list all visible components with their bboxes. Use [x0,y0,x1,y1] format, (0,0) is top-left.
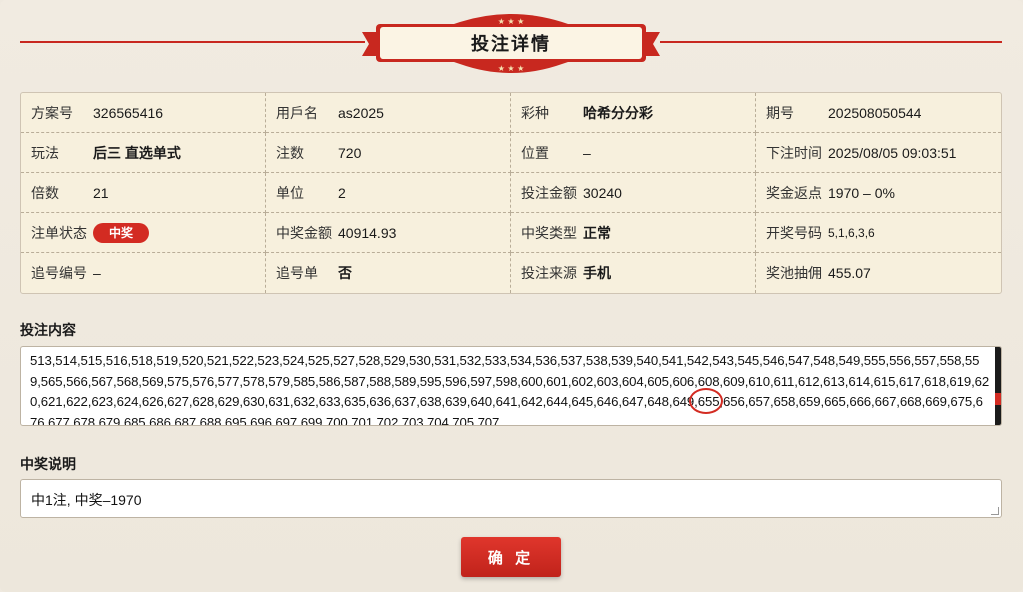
resize-grip-icon[interactable] [991,507,999,515]
info-value: 正常 [583,224,611,241]
page-title: 投注详情 [471,34,551,54]
info-value: as2025 [338,104,384,121]
info-label: 注单状态 [31,224,87,241]
info-label: 彩种 [521,104,549,121]
info-label: 倍数 [31,184,59,201]
info-value: 否 [338,265,352,281]
info-value: 30240 [583,184,622,201]
info-cell: 注数 720 [266,133,511,173]
info-cell: 玩法 后三 直选单式 [21,133,266,173]
info-label: 中奖金额 [276,224,332,241]
info-cell: 中奖金额 40914.93 [266,213,511,253]
info-label: 注数 [276,144,304,161]
info-cell: 投注金额 30240 [511,173,756,213]
info-cell: 追号编号 – [21,253,266,293]
info-value: – [93,265,101,281]
info-cell: 位置 – [511,133,756,173]
bet-info-grid: 方案号 326565416 用戶名 as2025 彩种 哈希分分彩 期号 2025080505… [20,92,1002,294]
numbers-scroll-thumb[interactable] [995,393,1001,405]
info-cell: 期号 202508050544 [756,93,1001,133]
info-label: 投注来源 [521,265,577,281]
info-cell: 倍数 21 [21,173,266,213]
status-badge: 中奖 [93,222,150,243]
info-value: 202508050544 [828,104,922,121]
info-value: 哈希分分彩 [583,104,653,121]
info-label: 投注金额 [521,184,577,201]
info-value: 2 [338,184,346,201]
bet-content-label: 投注内容 [20,322,76,338]
info-cell: 中奖类型 正常 [511,213,756,253]
info-value: 720 [338,144,362,161]
info-label: 奖金返点 [766,184,822,201]
info-value: 455.07 [828,265,871,281]
info-cell: 彩种 哈希分分彩 [511,93,756,133]
win-description-label: 中奖说明 [20,456,76,472]
bet-numbers-text: 513,514,515,516,518,519,520,521,522,523,… [30,353,990,426]
bet-numbers-textarea[interactable]: 513,514,515,516,518,519,520,521,522,523,… [20,346,1002,426]
numbers-scrollbar[interactable] [995,347,1001,425]
info-cell: 用戶名 as2025 [266,93,511,133]
info-label: 位置 [521,144,549,161]
info-value: 21 [93,184,109,201]
info-cell: 开奖号码 5,1,6,3,6 [756,213,1001,253]
info-value: – [583,144,591,161]
info-label: 下注时间 [766,144,822,161]
info-cell: 奖池抽佣 455.07 [756,253,1001,293]
header-divider-right [660,41,1002,43]
confirm-button[interactable]: 确 定 [461,537,561,577]
info-cell: 下注时间 2025/08/05 09:03:51 [756,133,1001,173]
header-divider-left [20,41,365,43]
win-description-textarea[interactable]: 中1注, 中奖–1970 [20,479,1002,518]
info-label: 用戶名 [276,104,318,121]
header-banner: ★ ★ ★ ★ ★ ★ 投注详情 [362,10,660,76]
info-cell: 奖金返点 1970 – 0% [756,173,1001,213]
info-label: 方案号 [31,104,73,121]
info-value: 5,1,6,3,6 [828,225,875,240]
info-cell: 追号单 否 [266,253,511,293]
info-label: 追号编号 [31,265,87,281]
info-value: 326565416 [93,104,164,121]
info-label: 中奖类型 [521,224,577,241]
info-label: 开奖号码 [766,224,822,241]
info-value: 40914.93 [338,224,397,241]
info-label: 期号 [766,104,794,121]
info-value: 1970 – 0% [828,184,895,201]
bet-detail-modal: ★ ★ ★ ★ ★ ★ 投注详情 方案号 326565416 用戶名 as2025 彩种… [0,0,1023,592]
info-value: 手机 [583,265,611,281]
svg-text:★ ★ ★: ★ ★ ★ [498,64,525,73]
info-cell: 注单状态 中奖 [21,213,266,253]
info-value: 2025/08/05 09:03:51 [828,144,957,161]
info-cell: 方案号 326565416 [21,93,266,133]
info-cell: 投注来源 手机 [511,253,756,293]
win-description-text: 中1注, 中奖–1970 [31,492,142,508]
winning-number-highlight [689,388,723,414]
info-label: 单位 [276,184,304,201]
info-value: 后三 直选单式 [93,144,181,161]
info-label: 追号单 [276,265,318,281]
info-cell: 单位 2 [266,173,511,213]
info-label: 奖池抽佣 [766,265,822,281]
info-label: 玩法 [31,144,59,161]
